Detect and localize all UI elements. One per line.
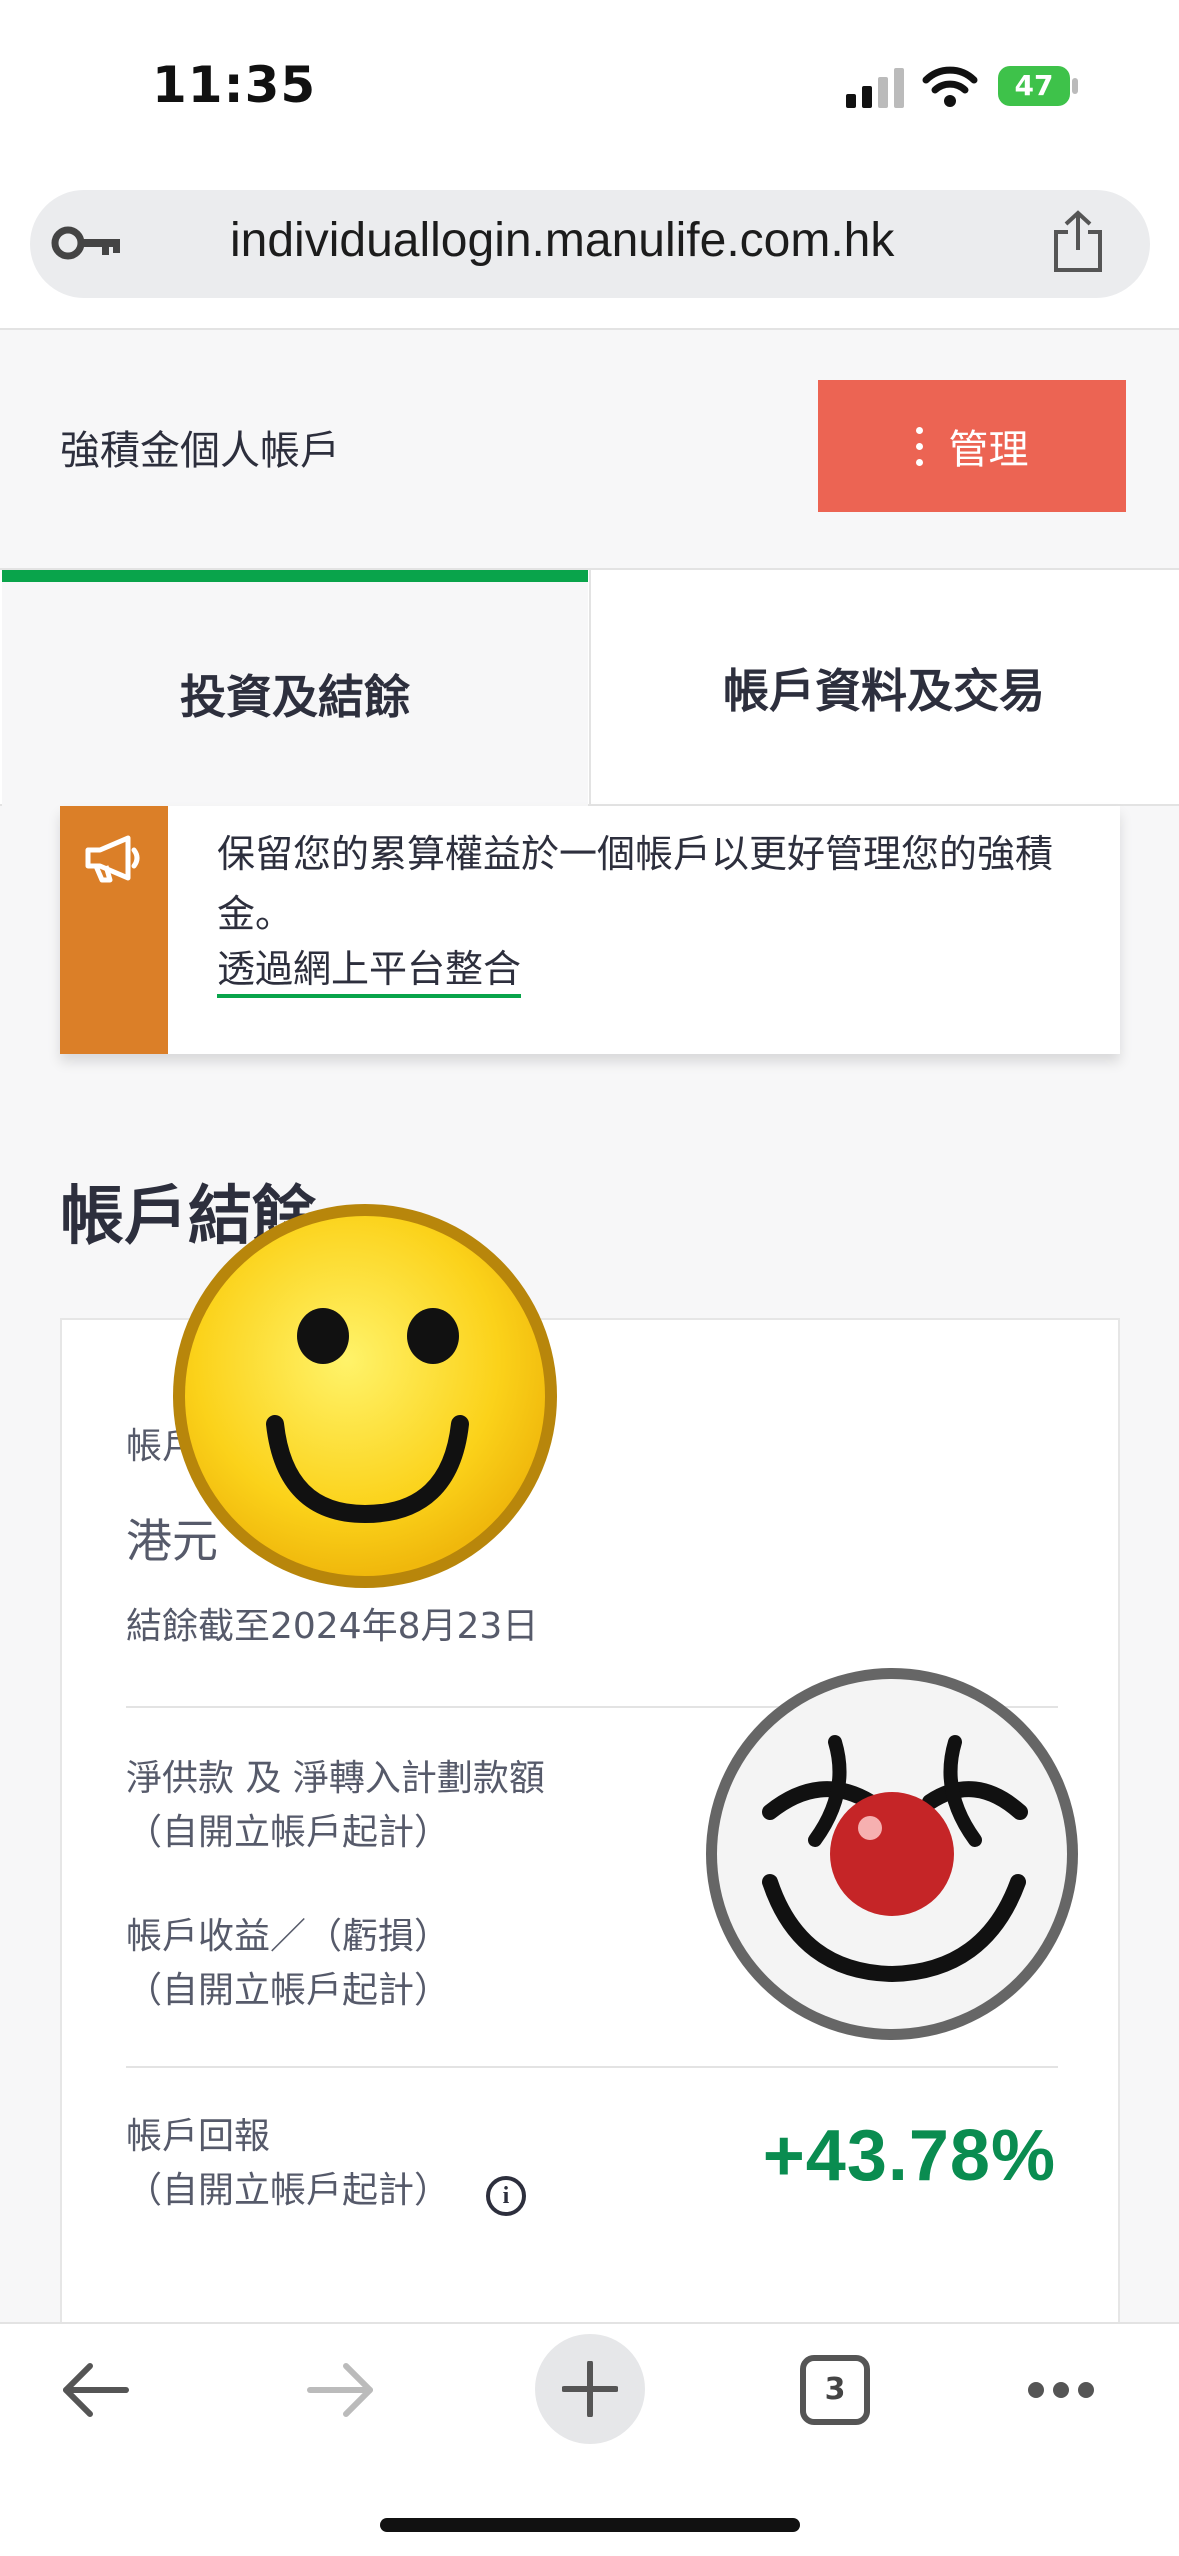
megaphone-icon [85, 835, 140, 883]
consolidate-online-link[interactable]: 透過網上平台整合 [217, 944, 522, 998]
account-return-sublabel: （自開立帳戶起計） [126, 2170, 451, 2211]
info-icon[interactable]: i [486, 2176, 526, 2216]
account-gain-label: 帳戶收益／（虧損） [126, 1916, 451, 1957]
clock: 11:35 [152, 56, 317, 114]
net-contribution-sublabel: （自開立帳戶起計） [126, 1812, 451, 1853]
more-icon[interactable] [1026, 2378, 1096, 2402]
manage-button[interactable]: 管理 [818, 380, 1126, 512]
url-text[interactable]: individuallogin.manulife.com.hk [230, 213, 894, 268]
cellular-signal-icon [846, 68, 904, 108]
battery-indicator: 47 [998, 66, 1070, 106]
balance-as-of-date: 結餘截至2024年8月23日 [126, 1606, 539, 1647]
account-return-value: +43.78% [762, 2116, 1056, 2196]
new-tab-button[interactable] [535, 2334, 645, 2444]
tabs-count-button[interactable]: 3 [800, 2355, 870, 2425]
clown-face-icon [706, 1668, 1078, 2040]
back-arrow-icon[interactable] [60, 2362, 130, 2418]
tab-bar: 投資及結餘 帳戶資料及交易 [0, 568, 1179, 806]
key-icon [51, 226, 120, 260]
forward-arrow-icon[interactable] [306, 2362, 376, 2418]
divider [126, 2066, 1058, 2068]
battery-nub [1072, 78, 1078, 94]
account-return-label: 帳戶回報 [126, 2116, 271, 2157]
wifi-icon [922, 66, 978, 107]
notice-text: 保留您的累算權益於一個帳戶以更好管理您的強積金。 [217, 832, 1054, 936]
notice-strip [60, 806, 168, 1054]
account-gain-sublabel: （自開立帳戶起計） [126, 1970, 451, 2011]
net-contribution-label: 淨供款 及 淨轉入計劃款額 [126, 1758, 545, 1799]
notice-card: 保留您的累算權益於一個帳戶以更好管理您的強積金。 透過網上平台整合 [60, 806, 1120, 1054]
tab-account-info-transactions[interactable]: 帳戶資料及交易 [589, 570, 1177, 806]
plus-icon [562, 2361, 618, 2417]
smiley-face-icon [173, 1204, 557, 1588]
tab-investment-balance[interactable]: 投資及結餘 [2, 570, 588, 806]
page-title: 強積金個人帳戶 [60, 428, 340, 474]
share-icon[interactable] [1050, 210, 1106, 274]
manage-button-label: 管理 [948, 427, 1029, 473]
home-indicator [380, 2518, 800, 2532]
kebab-menu-icon [915, 426, 923, 466]
